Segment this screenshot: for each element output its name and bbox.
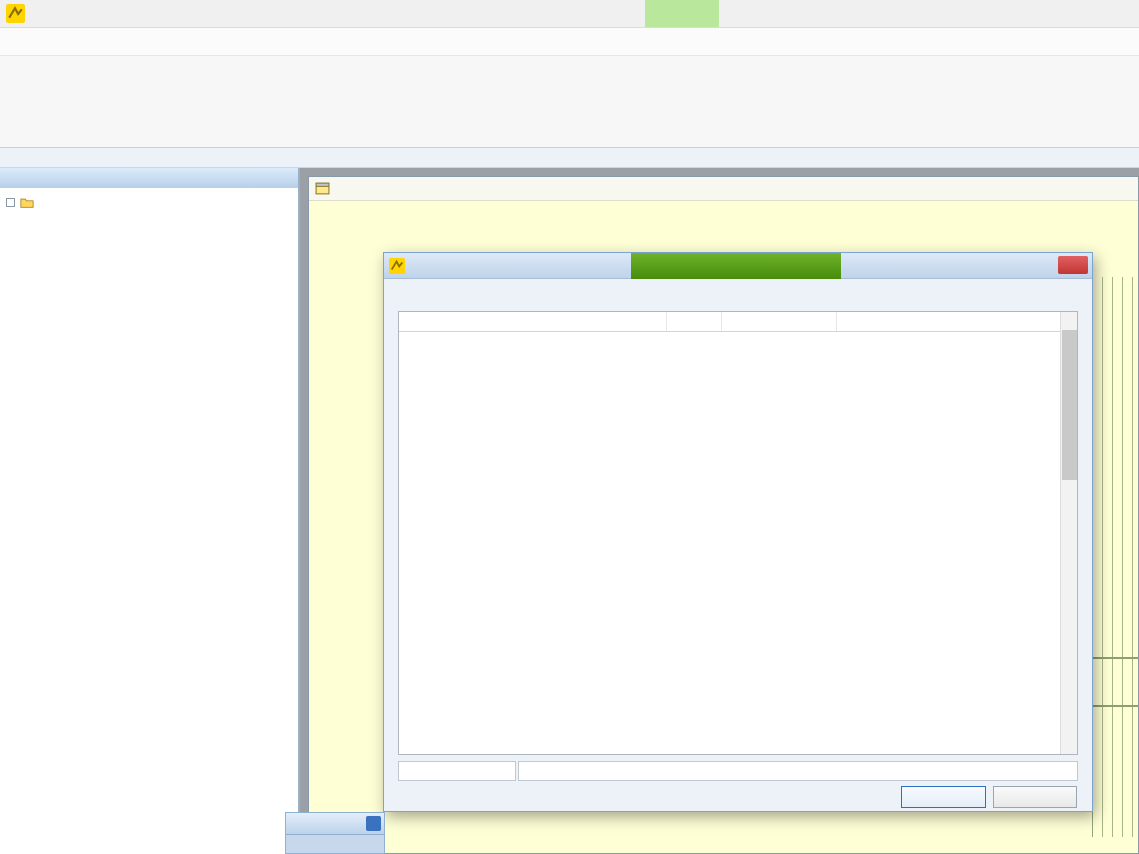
minimize-button[interactable] bbox=[1008, 256, 1030, 274]
lgs-panel-toolbar bbox=[285, 835, 385, 854]
column-header-exec[interactable] bbox=[667, 312, 722, 331]
lgs-panel-titlebar[interactable] bbox=[285, 812, 385, 835]
table-header bbox=[399, 312, 1077, 332]
ok-button[interactable] bbox=[901, 786, 986, 808]
vertex-logo-icon bbox=[6, 4, 25, 23]
scroll-up-icon[interactable] bbox=[1061, 312, 1077, 328]
tree-root[interactable] bbox=[6, 194, 296, 211]
dialog-titlebar[interactable] bbox=[384, 253, 1092, 279]
column-header-data[interactable] bbox=[837, 312, 1077, 331]
project-tree bbox=[0, 188, 298, 211]
dialog-window-controls bbox=[1008, 256, 1088, 274]
lgs-joints-panel bbox=[285, 812, 385, 854]
parameter-table bbox=[398, 311, 1078, 755]
titlebar-highlight bbox=[645, 0, 719, 27]
table-body bbox=[399, 332, 1060, 754]
automatic-execution-dialog bbox=[383, 252, 1093, 812]
folder-icon bbox=[19, 196, 34, 210]
column-header-parameter[interactable] bbox=[399, 312, 667, 331]
expander-minus-icon[interactable] bbox=[6, 198, 15, 207]
status-field bbox=[518, 761, 1078, 781]
cancel-button[interactable] bbox=[993, 786, 1077, 808]
viewport-topbar bbox=[309, 177, 1138, 201]
close-button[interactable] bbox=[1058, 256, 1088, 274]
panel-header bbox=[0, 168, 298, 188]
scrollbar-thumb[interactable] bbox=[1062, 330, 1077, 480]
ribbon bbox=[0, 56, 1139, 148]
row-count-status bbox=[398, 761, 516, 781]
close-icon[interactable] bbox=[366, 816, 381, 831]
column-header-key[interactable] bbox=[722, 312, 837, 331]
project-document-browser bbox=[0, 168, 300, 854]
maximize-button[interactable] bbox=[1033, 256, 1055, 274]
ribbon-tab-bar bbox=[0, 28, 1139, 56]
dialog-title bbox=[631, 253, 841, 279]
wall-framing-drawing bbox=[1092, 277, 1138, 837]
application-window bbox=[0, 0, 1139, 854]
quick-access-toolbar bbox=[0, 148, 1139, 168]
scroll-down-icon[interactable] bbox=[1061, 738, 1077, 754]
vertex-logo-icon bbox=[389, 258, 405, 274]
viewport-icon bbox=[315, 181, 330, 196]
table-scrollbar[interactable] bbox=[1060, 312, 1077, 754]
titlebar bbox=[0, 0, 1139, 28]
